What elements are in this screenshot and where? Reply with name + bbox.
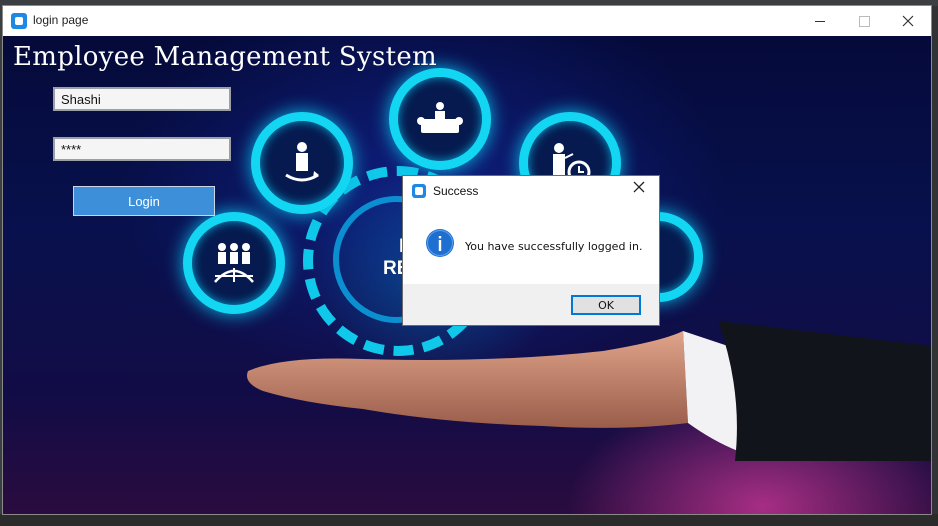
window-title: login page [33,13,89,27]
dialog-close-button[interactable] [633,180,645,198]
dialog-footer: OK [403,284,659,325]
username-input[interactable] [53,87,231,111]
ide-background-right [932,6,938,516]
meeting-icon [417,102,463,133]
close-button[interactable] [885,6,931,36]
employee-rotation-icon [285,142,319,182]
close-icon [633,181,645,193]
dialog-title: Success [433,184,479,198]
window-titlebar[interactable]: login page [3,6,931,36]
maximize-button[interactable] [841,6,887,36]
app-title: Employee Management System [13,42,438,72]
ide-background-bottom [0,514,938,526]
global-team-ring [183,212,285,314]
info-icon [426,229,454,257]
success-dialog: Success You have successfully logged in.… [402,175,660,326]
dialog-app-icon [412,184,426,198]
login-button[interactable]: Login [73,186,215,216]
minimize-button[interactable] [797,6,843,36]
dialog-titlebar[interactable]: Success [403,176,659,206]
meeting-ring [389,68,491,170]
maximize-icon [858,15,870,27]
close-icon [902,15,914,27]
presenting-hand-image [247,321,931,461]
password-input[interactable] [53,137,231,161]
minimize-icon [815,20,825,22]
dialog-message: You have successfully logged in. [465,240,643,253]
ok-button[interactable]: OK [571,295,641,315]
global-team-icon [214,243,254,283]
employee-rotation-ring [251,112,353,214]
app-icon [11,13,27,29]
